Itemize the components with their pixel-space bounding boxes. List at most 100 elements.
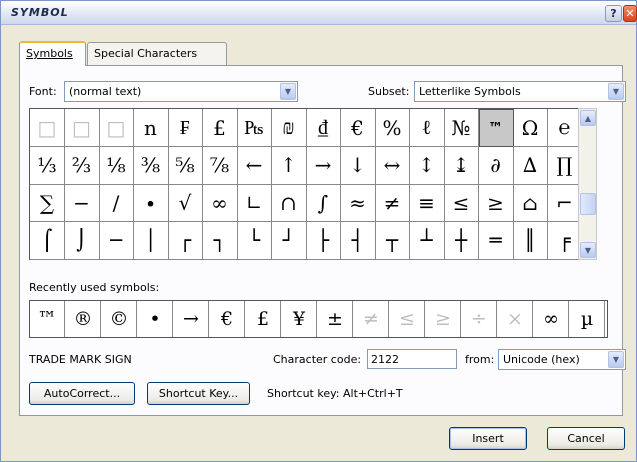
insert-button[interactable]: Insert <box>449 427 527 450</box>
symbol-cell[interactable]: ↕ <box>409 146 445 185</box>
symbol-cell[interactable]: ┐ <box>202 221 238 260</box>
symbol-cell[interactable]: └ <box>237 221 272 260</box>
symbol-cell[interactable]: ⅔ <box>64 146 100 185</box>
recent-symbol-cell[interactable]: ± <box>318 301 353 337</box>
title-bar[interactable]: SYMBOL ? ✕ <box>1 1 637 25</box>
recent-symbol-cell[interactable]: ≤ <box>390 301 425 337</box>
symbol-cell[interactable]: ℓ <box>409 109 445 147</box>
recent-symbol-cell[interactable]: → <box>174 301 209 337</box>
subset-select[interactable]: Letterlike Symbols ▼ <box>414 81 626 102</box>
tab-special-characters[interactable]: Special Characters <box>87 42 227 65</box>
autocorrect-button[interactable]: AutoCorrect... <box>29 382 135 405</box>
symbol-cell[interactable]: ∂ <box>478 146 514 185</box>
symbol-cell[interactable]: ↓ <box>340 146 376 185</box>
symbol-cell[interactable]: ┤ <box>340 221 376 260</box>
chevron-down-icon[interactable]: ▼ <box>608 351 624 368</box>
recent-symbol-cell[interactable]: × <box>498 301 533 337</box>
symbol-cell[interactable]: n <box>133 109 169 147</box>
symbol-cell[interactable]: ™ <box>478 109 514 147</box>
recent-symbol-cell[interactable]: ¥ <box>282 301 317 337</box>
symbol-cell[interactable]: ∫ <box>306 184 341 222</box>
symbol-cell[interactable]: % <box>375 109 410 147</box>
symbol-cell[interactable]: ⅛ <box>99 146 134 185</box>
close-icon[interactable]: ✕ <box>623 5 637 22</box>
symbol-grid-scrollbar[interactable]: ▲ ▼ <box>578 108 597 260</box>
symbol-cell[interactable]: ₪ <box>271 109 307 147</box>
symbol-cell[interactable]: □ <box>64 109 100 147</box>
symbol-cell[interactable]: − <box>64 184 100 222</box>
symbol-cell[interactable]: → <box>306 146 341 185</box>
symbol-cell[interactable]: ↨ <box>444 146 479 185</box>
chevron-down-icon[interactable]: ▼ <box>608 83 624 100</box>
symbol-cell[interactable]: ≈ <box>340 184 376 222</box>
symbol-cell[interactable]: ⅜ <box>133 146 169 185</box>
symbol-cell[interactable]: □ <box>30 109 65 147</box>
tab-symbols[interactable]: Symbols <box>19 41 86 66</box>
help-icon[interactable]: ? <box>605 5 622 22</box>
symbol-cell[interactable]: ┘ <box>271 221 307 260</box>
recent-symbol-cell[interactable]: ≥ <box>426 301 461 337</box>
symbol-cell[interactable]: ⅓ <box>30 146 65 185</box>
symbol-cell[interactable]: ⌠ <box>30 221 65 260</box>
symbol-cell[interactable]: ⌂ <box>513 184 548 222</box>
from-select-value: Unicode (hex) <box>503 353 580 366</box>
symbol-cell[interactable]: € <box>340 109 376 147</box>
shortcut-key-text: Shortcut key: Alt+Ctrl+T <box>267 387 403 400</box>
symbol-cell[interactable]: │ <box>133 221 169 260</box>
symbol-cell[interactable]: ← <box>237 146 272 185</box>
symbol-cell[interactable]: ┼ <box>444 221 479 260</box>
symbol-cell[interactable]: ⌡ <box>64 221 100 260</box>
symbol-cell[interactable]: ∑ <box>30 184 65 222</box>
symbol-cell[interactable]: Ω <box>513 109 548 147</box>
symbol-cell[interactable]: ₫ <box>306 109 341 147</box>
symbol-cell[interactable]: ∩ <box>271 184 307 222</box>
scroll-down-icon[interactable]: ▼ <box>580 242 596 258</box>
recent-symbol-cell[interactable]: • <box>138 301 173 337</box>
symbol-cell[interactable]: ⅝ <box>168 146 203 185</box>
font-select[interactable]: (normal text) ▼ <box>64 81 298 102</box>
symbol-cell[interactable]: ≤ <box>444 184 479 222</box>
symbol-cell[interactable]: ∕ <box>99 184 134 222</box>
symbol-cell[interactable]: ┬ <box>375 221 410 260</box>
symbol-cell[interactable]: ₣ <box>168 109 203 147</box>
symbol-cell[interactable]: ┌ <box>168 221 203 260</box>
symbol-cell[interactable]: ⅞ <box>202 146 238 185</box>
cancel-button[interactable]: Cancel <box>547 427 625 450</box>
recent-symbol-cell[interactable]: µ <box>570 301 605 337</box>
symbol-cell[interactable]: ├ <box>306 221 341 260</box>
symbol-cell[interactable]: ↔ <box>375 146 410 185</box>
recent-symbol-cell[interactable]: € <box>210 301 245 337</box>
recent-symbol-cell[interactable]: ∞ <box>534 301 569 337</box>
recent-symbol-cell[interactable]: ® <box>66 301 101 337</box>
scroll-up-icon[interactable]: ▲ <box>580 110 596 126</box>
symbol-cell[interactable]: ─ <box>99 221 134 260</box>
symbol-cell[interactable]: ₧ <box>237 109 272 147</box>
scroll-thumb[interactable] <box>580 193 596 215</box>
symbol-cell[interactable]: ║ <box>513 221 548 260</box>
symbol-cell[interactable]: ≠ <box>375 184 410 222</box>
symbol-cell[interactable]: ∞ <box>202 184 238 222</box>
symbol-cell[interactable]: ≥ <box>478 184 514 222</box>
symbol-cell[interactable]: № <box>444 109 479 147</box>
symbol-cell[interactable]: □ <box>99 109 134 147</box>
symbol-cell[interactable]: £ <box>202 109 238 147</box>
symbol-cell[interactable]: ≡ <box>409 184 445 222</box>
chevron-down-icon[interactable]: ▼ <box>280 83 296 100</box>
recent-symbol-cell[interactable]: ÷ <box>462 301 497 337</box>
char-code-input[interactable]: 2122 <box>367 349 457 369</box>
from-select[interactable]: Unicode (hex) ▼ <box>498 349 626 370</box>
recent-symbol-cell[interactable]: ≠ <box>354 301 389 337</box>
symbol-cell[interactable]: ∙ <box>133 184 169 222</box>
symbol-cell[interactable]: ┴ <box>409 221 445 260</box>
symbol-cell[interactable]: ∆ <box>513 146 548 185</box>
symbol-cell[interactable]: √ <box>168 184 203 222</box>
recent-symbol-cell[interactable]: £ <box>246 301 281 337</box>
symbol-grid[interactable]: □ □ □ n ₣ £ ₧ ₪ ₫ €% ℓ № ™ Ω ℮ ⅓ ⅔ ⅛ ⅜ ⅝ ⅞ ← ↑ → ↓ ↔ ↕ ↨ ∂ ∆ ∏ ∑ − ∕ ∙ √ ∞ ∟ ∩… <box>29 108 597 260</box>
recent-symbol-cell[interactable]: ™ <box>30 301 65 337</box>
recent-symbols[interactable]: ™ ® © • → € £ ¥ ± ≠ ≤ ≥ ÷ × ∞ µ <box>29 300 608 338</box>
shortcut-key-button[interactable]: Shortcut Key... <box>147 382 250 405</box>
symbol-cell[interactable]: ∟ <box>237 184 272 222</box>
symbol-cell[interactable]: ↑ <box>271 146 307 185</box>
recent-symbol-cell[interactable]: © <box>102 301 137 337</box>
symbol-cell[interactable]: ═ <box>478 221 514 260</box>
